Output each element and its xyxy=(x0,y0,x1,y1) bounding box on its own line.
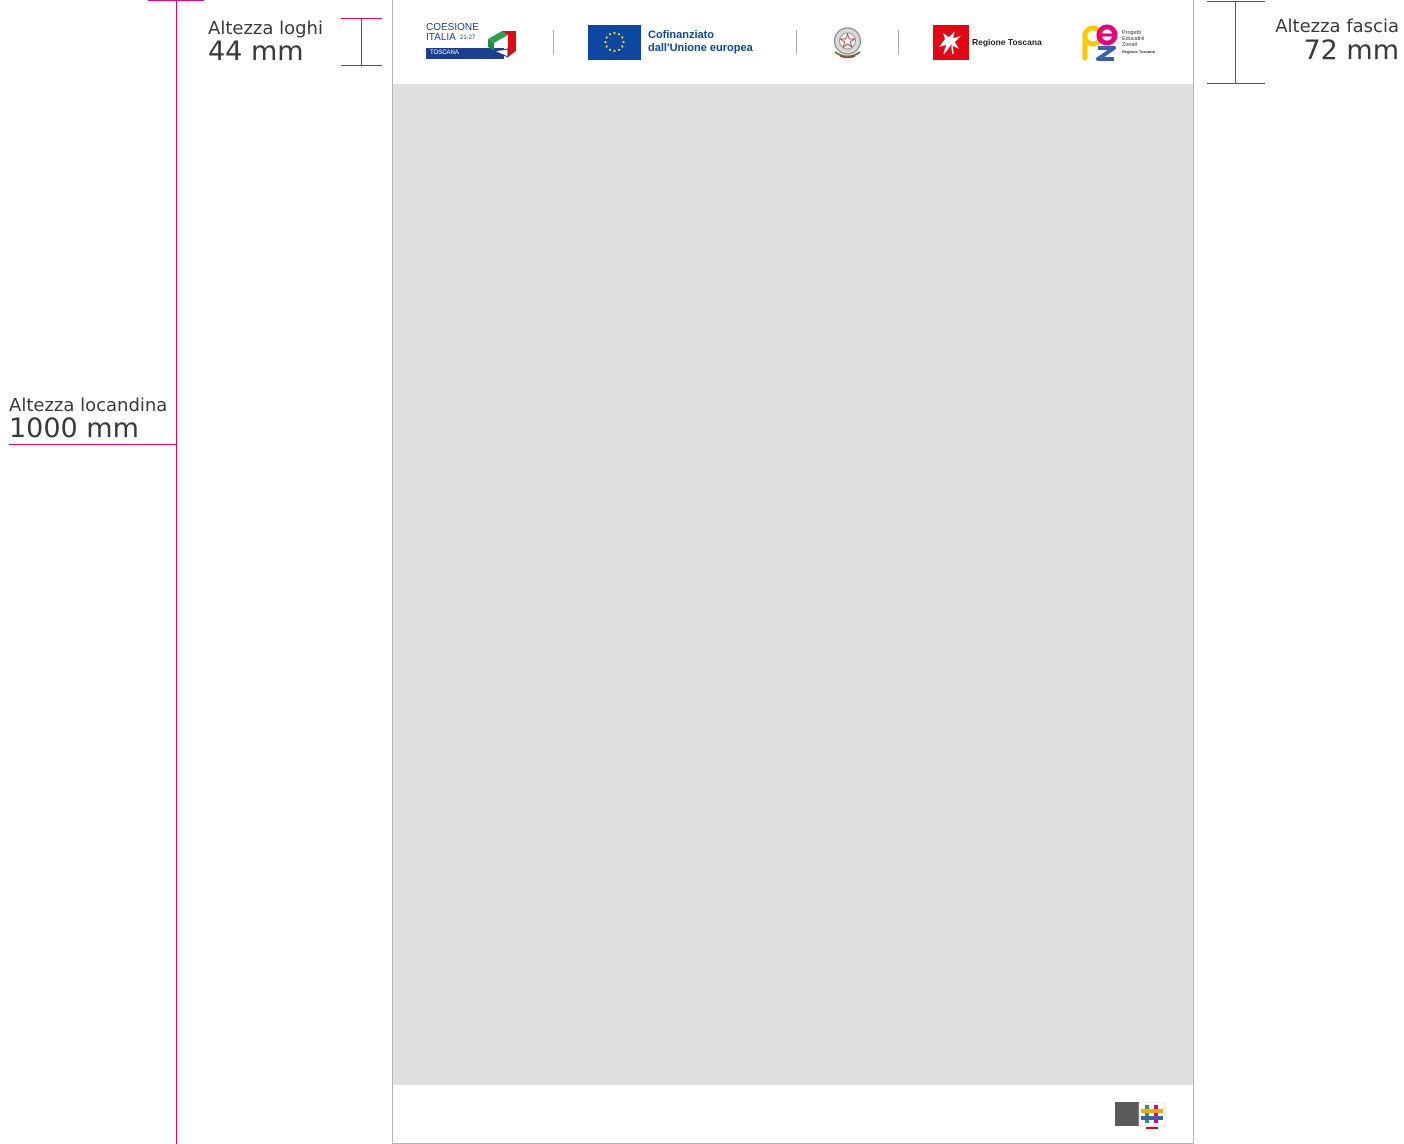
coesione-logo: COESIONE ITALIA 21-27 TOSCANA xyxy=(426,23,521,61)
locandina-value: 1000 mm xyxy=(9,413,139,444)
eu-line2: dall'Unione europea xyxy=(648,42,753,54)
content-placeholder xyxy=(393,84,1193,1085)
fascia-top-tick xyxy=(1207,1,1265,2)
loghi-value: 44 mm xyxy=(208,36,304,67)
coesione-years: 21-27 xyxy=(460,35,476,41)
logo-separator xyxy=(796,30,797,54)
fascia-bottom-tick xyxy=(1207,83,1265,84)
fascia-measure-line xyxy=(1235,1,1236,83)
italian-republic-emblem-icon xyxy=(833,27,862,59)
pez-icon xyxy=(1082,24,1118,61)
logo-separator xyxy=(898,30,899,54)
pegasus-icon xyxy=(933,25,969,60)
locandina-measure-line xyxy=(176,0,177,1144)
loghi-bottom-tick xyxy=(341,65,382,66)
fascia-label: Altezza fascia xyxy=(1275,16,1399,37)
coesione-line2: ITALIA xyxy=(426,32,456,43)
loghi-measure-line xyxy=(361,18,362,66)
pez-logo: Progetti Educativi Zonali Regione Toscan… xyxy=(1080,24,1170,62)
fascia-value: 72 mm xyxy=(1303,35,1399,66)
regione-toscana-name: Regione Toscana xyxy=(972,37,1042,47)
logo-separator xyxy=(553,30,554,54)
eu-flag-icon xyxy=(588,25,641,60)
eu-line1: Cofinanziato xyxy=(648,29,714,41)
poster: COESIONE ITALIA 21-27 TOSCANA Cofinanzia… xyxy=(392,0,1194,1144)
pez-line4: Regione Toscana xyxy=(1122,49,1155,54)
regione-toscana-logo: Regione Toscana xyxy=(933,25,1053,60)
coesione-region: TOSCANA xyxy=(430,50,459,56)
logo-strip: COESIONE ITALIA 21-27 TOSCANA Cofinanzia… xyxy=(393,0,1193,84)
footer-mark-icon xyxy=(1115,1102,1166,1129)
coesione-cube-icon xyxy=(488,31,516,58)
eu-logo: Cofinanziato dall'Unione europea xyxy=(588,25,773,60)
pez-line3: Zonali xyxy=(1122,42,1137,48)
locandina-label-underline xyxy=(9,444,176,445)
